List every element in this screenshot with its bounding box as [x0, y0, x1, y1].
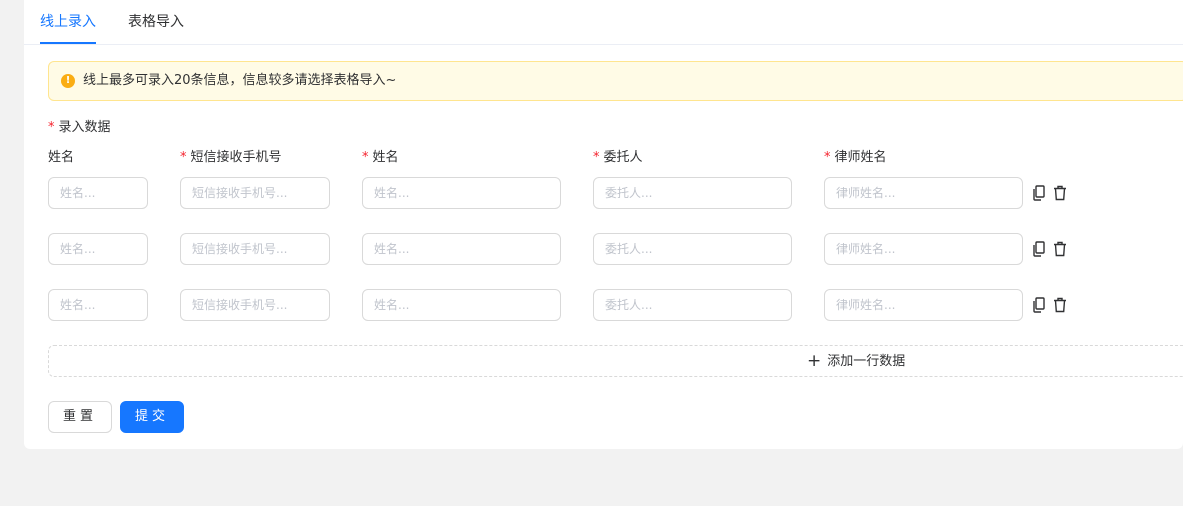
lawyer-name-input[interactable]: [824, 289, 1023, 321]
client-input[interactable]: [593, 289, 792, 321]
name-input[interactable]: [362, 233, 561, 265]
phone-input[interactable]: [180, 177, 330, 209]
client-input[interactable]: [593, 177, 792, 209]
phone-input[interactable]: [180, 289, 330, 321]
column-header-lawyer: * 律师姓名: [824, 150, 887, 165]
column-header-phone: * 短信接收手机号: [180, 150, 282, 165]
exclamation-circle-icon: !: [61, 74, 75, 88]
alert-text: 线上最多可录入20条信息，信息较多请选择表格导入~: [83, 73, 397, 88]
lawyer-name-input[interactable]: [824, 177, 1023, 209]
delete-icon[interactable]: [1053, 297, 1067, 313]
column-header-name-optional: 姓名: [48, 150, 75, 165]
delete-icon[interactable]: [1053, 241, 1067, 257]
column-header-client: * 委托人: [593, 150, 643, 165]
name-optional-input[interactable]: [48, 177, 148, 209]
name-optional-input[interactable]: [48, 289, 148, 321]
name-optional-input[interactable]: [48, 233, 148, 265]
tab-table-import[interactable]: 表格导入: [128, 0, 184, 44]
plus-icon: +: [807, 351, 822, 371]
info-alert: ! 线上最多可录入20条信息，信息较多请选择表格导入~: [48, 61, 1183, 101]
lawyer-name-input[interactable]: [824, 233, 1023, 265]
column-header-name: * 姓名: [362, 150, 399, 165]
reset-button[interactable]: 重置: [48, 401, 112, 433]
client-input[interactable]: [593, 233, 792, 265]
tab-active-indicator: [40, 42, 96, 44]
name-input[interactable]: [362, 289, 561, 321]
required-mark: *: [48, 120, 55, 135]
add-row-button[interactable]: + 添加一行数据: [48, 345, 1183, 377]
tab-online-entry[interactable]: 线上录入: [40, 0, 96, 44]
phone-input[interactable]: [180, 233, 330, 265]
submit-button[interactable]: 提交: [120, 401, 184, 433]
copy-icon[interactable]: [1032, 185, 1046, 201]
add-row-label: 添加一行数据: [827, 354, 906, 369]
delete-icon[interactable]: [1053, 185, 1067, 201]
name-input[interactable]: [362, 177, 561, 209]
copy-icon[interactable]: [1032, 241, 1046, 257]
form-card: 线上录入 表格导入 ! 线上最多可录入20条信息，信息较多请选择表格导入~ * 录…: [24, 0, 1183, 449]
copy-icon[interactable]: [1032, 297, 1046, 313]
section-label: * 录入数据: [48, 120, 111, 135]
tab-bar: 线上录入 表格导入: [24, 0, 1183, 45]
